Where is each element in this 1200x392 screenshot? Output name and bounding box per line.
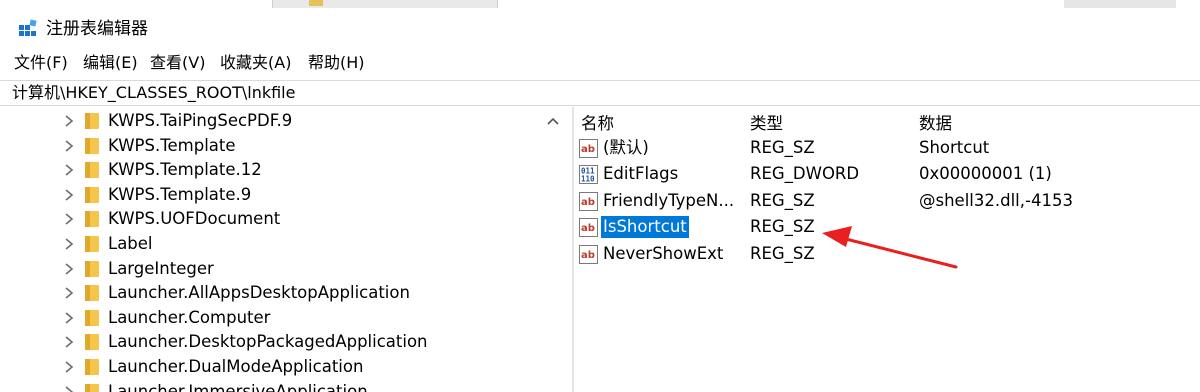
tree-item-label: Launcher.ImmersiveApplication xyxy=(108,381,368,392)
tree-item-label: LargeInteger xyxy=(108,258,214,278)
folder-icon xyxy=(309,0,323,6)
chevron-right-icon[interactable] xyxy=(62,236,76,252)
tree-item[interactable]: Label xyxy=(0,232,540,256)
value-data: Shortcut xyxy=(919,138,990,157)
tree-item-label: Launcher.Computer xyxy=(108,307,271,327)
tree-item-label: Launcher.DesktopPackagedApplication xyxy=(108,332,428,352)
svg-text:ab: ab xyxy=(581,197,595,208)
folder-icon xyxy=(85,162,99,179)
menu-favorites[interactable]: 收藏夹(A) xyxy=(220,50,291,76)
value-name[interactable]: FriendlyTypeN... xyxy=(601,190,736,212)
tree-item[interactable]: KWPS.Template.9 xyxy=(0,183,540,207)
tree-item-label: Launcher.DualModeApplication xyxy=(108,357,364,376)
annotation-arrow xyxy=(822,226,958,269)
binary-value-icon: 011110 xyxy=(579,165,598,185)
folder-icon xyxy=(85,236,99,252)
menu-edit[interactable]: 编辑(E) xyxy=(83,50,138,76)
column-header-name[interactable]: 名称 xyxy=(581,113,614,135)
folder-icon xyxy=(85,186,99,203)
string-value-icon: ab xyxy=(579,218,598,238)
window-title: 注册表编辑器 xyxy=(46,19,148,39)
value-type: REG_SZ xyxy=(750,138,815,157)
address-bar[interactable]: 计算机\HKEY_CLASSES_ROOT\lnkfile xyxy=(0,80,1200,106)
chevron-right-icon[interactable] xyxy=(62,334,76,350)
tree-item-label: KWPS.Template.12 xyxy=(108,160,262,180)
menu-help[interactable]: 帮助(H) xyxy=(308,50,365,76)
svg-text:ab: ab xyxy=(581,223,595,234)
value-data: @shell32.dll,-4153 xyxy=(919,190,1073,210)
regedit-app-icon xyxy=(19,19,37,36)
chevron-right-icon[interactable] xyxy=(62,384,76,392)
background-window-fragment xyxy=(272,0,498,8)
column-header-data[interactable]: 数据 xyxy=(919,113,952,135)
title-bar: 注册表编辑器 xyxy=(0,0,1200,46)
tree-item[interactable]: KWPS.Template xyxy=(0,134,540,158)
column-header-type[interactable]: 类型 xyxy=(750,113,783,135)
folder-icon xyxy=(85,334,99,351)
folder-icon xyxy=(85,137,99,154)
value-type: REG_SZ xyxy=(750,243,815,263)
tree-item[interactable]: KWPS.UOFDocument xyxy=(0,207,540,231)
chevron-right-icon[interactable] xyxy=(62,138,76,154)
folder-icon xyxy=(85,309,99,326)
chevron-right-icon[interactable] xyxy=(62,359,76,375)
folder-icon xyxy=(85,260,99,277)
folder-icon xyxy=(85,285,99,302)
value-name[interactable]: EditFlags xyxy=(601,163,680,185)
tree-item[interactable]: Launcher.DesktopPackagedApplication xyxy=(0,330,540,354)
key-tree-pane[interactable]: KWPS.TaiPingSecPDF.9 KWPS.Template KWPS.Te… xyxy=(0,107,570,392)
tree-item[interactable]: Launcher.Computer xyxy=(0,306,540,330)
chevron-right-icon[interactable] xyxy=(62,261,76,277)
tree-item-label: KWPS.UOFDocument xyxy=(108,209,281,229)
svg-text:110: 110 xyxy=(581,175,595,184)
menu-view[interactable]: 查看(V) xyxy=(150,50,205,76)
svg-text:ab: ab xyxy=(581,250,595,261)
chevron-right-icon[interactable] xyxy=(62,113,76,129)
string-value-icon: ab xyxy=(579,191,598,211)
string-value-icon: ab xyxy=(579,244,598,264)
value-type: REG_SZ xyxy=(750,190,815,210)
tree-item[interactable]: LargeInteger xyxy=(0,257,540,281)
tree-item-label: Launcher.AllAppsDesktopApplication xyxy=(108,283,410,303)
chevron-right-icon[interactable] xyxy=(62,285,76,301)
address-path[interactable]: 计算机\HKEY_CLASSES_ROOT\lnkfile xyxy=(12,82,295,104)
tree-item[interactable]: KWPS.TaiPingSecPDF.9 xyxy=(0,109,540,133)
chevron-right-icon[interactable] xyxy=(62,162,76,178)
value-data: 0x00000001 (1) xyxy=(919,164,1052,184)
value-row[interactable]: ab (默认) REG_SZ Shortcut xyxy=(574,136,1200,161)
folder-icon xyxy=(85,211,99,228)
value-row[interactable]: ab FriendlyTypeN... REG_SZ @shell32.dll,-41… xyxy=(574,189,1200,214)
tree-item-label: Label xyxy=(108,234,153,253)
tree-item[interactable]: Launcher.AllAppsDesktopApplication xyxy=(0,281,540,305)
svg-text:ab: ab xyxy=(581,144,595,155)
folder-icon xyxy=(85,359,99,375)
tree-item[interactable]: Launcher.DualModeApplication xyxy=(0,355,540,379)
value-type: REG_SZ xyxy=(750,217,815,237)
background-window-fragment xyxy=(1064,0,1176,8)
chevron-right-icon[interactable] xyxy=(62,310,76,326)
value-type: REG_DWORD xyxy=(750,164,860,184)
value-name[interactable]: NeverShowExt xyxy=(601,243,725,265)
folder-icon xyxy=(85,383,99,392)
menu-file[interactable]: 文件(F) xyxy=(14,50,68,76)
string-value-icon: ab xyxy=(579,139,598,158)
tree-item[interactable]: KWPS.Template.12 xyxy=(0,158,540,182)
value-row[interactable]: 011 110 EditFlags REG_DWORD 0x00000001 (1) xyxy=(574,162,1200,187)
chevron-right-icon[interactable] xyxy=(62,187,76,203)
tree-item-label: KWPS.Template xyxy=(108,135,236,155)
folder-icon xyxy=(85,113,99,129)
tree-item-label: KWPS.Template.9 xyxy=(108,184,252,204)
scroll-up-icon[interactable] xyxy=(546,115,560,129)
tree-item-label: KWPS.TaiPingSecPDF.9 xyxy=(108,111,293,130)
chevron-right-icon[interactable] xyxy=(62,211,76,227)
value-name[interactable]: IsShortcut xyxy=(601,216,689,239)
value-name[interactable]: (默认) xyxy=(601,137,651,159)
menu-bar: 文件(F) 编辑(E) 查看(V) 收藏夹(A) 帮助(H) xyxy=(0,50,1200,78)
tree-item[interactable]: Launcher.ImmersiveApplication xyxy=(0,380,540,392)
